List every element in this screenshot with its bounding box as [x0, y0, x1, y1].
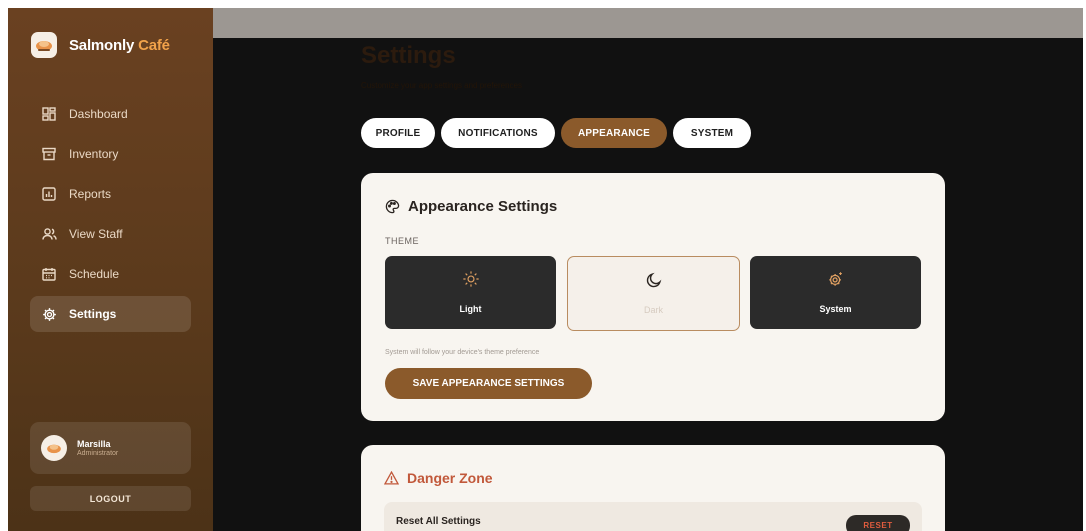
sidebar-item-label: View Staff	[69, 227, 123, 241]
warning-triangle-icon	[384, 471, 399, 485]
user-card[interactable]: Marsilla Administrator	[30, 422, 191, 474]
theme-option-label: Dark	[643, 305, 663, 315]
palette-icon	[385, 199, 400, 214]
moon-icon	[568, 271, 739, 289]
appearance-title: Appearance Settings	[385, 198, 557, 215]
reset-settings-row: Reset All Settings RESET	[384, 502, 922, 531]
system-gear-icon	[750, 270, 921, 288]
sidebar-item-label: Dashboard	[69, 107, 128, 121]
avatar	[41, 435, 67, 461]
sidebar-nav: Dashboard Inventory Reports View Staff S…	[30, 96, 191, 336]
top-bar	[213, 8, 1083, 38]
sidebar-item-label: Reports	[69, 187, 112, 201]
reset-button[interactable]: RESET	[846, 515, 910, 531]
page-subtitle: Customize your app settings and preferen…	[361, 81, 522, 90]
users-icon	[41, 226, 57, 242]
sidebar-item-dashboard[interactable]: Dashboard	[30, 96, 191, 132]
sun-icon	[385, 270, 556, 288]
danger-zone-title-text: Danger Zone	[407, 470, 493, 486]
theme-option-label: Light	[459, 304, 482, 314]
user-name: Marsilla	[77, 439, 111, 449]
save-appearance-button[interactable]: SAVE APPEARANCE SETTINGS	[385, 368, 592, 399]
gear-icon	[41, 306, 57, 322]
sidebar: Salmonly Café Dashboard Inventory Report…	[8, 8, 213, 531]
page-title: Settings	[361, 42, 456, 69]
danger-zone-card: Danger Zone Reset All Settings RESET	[361, 445, 945, 531]
appearance-card: Appearance Settings THEME Light Dark Sys…	[361, 173, 945, 421]
tab-system[interactable]: SYSTEM	[673, 118, 751, 148]
settings-tabs: PROFILE NOTIFICATIONS APPEARANCE SYSTEM	[361, 118, 757, 148]
sidebar-item-inventory[interactable]: Inventory	[30, 136, 191, 172]
brand[interactable]: Salmonly Café	[31, 32, 170, 58]
appearance-title-text: Appearance Settings	[408, 198, 558, 215]
archive-box-icon	[41, 146, 57, 162]
sidebar-item-label: Inventory	[69, 147, 119, 161]
sidebar-item-label: Schedule	[69, 267, 120, 281]
reset-settings-label: Reset All Settings	[396, 516, 481, 527]
tab-profile[interactable]: PROFILE	[361, 118, 435, 148]
dashboard-grid-icon	[41, 106, 57, 122]
tab-appearance[interactable]: APPEARANCE	[561, 118, 667, 148]
danger-zone-title: Danger Zone	[384, 470, 493, 486]
app-window: Salmonly Café Dashboard Inventory Report…	[8, 8, 1083, 531]
theme-option-dark[interactable]: Dark	[567, 256, 740, 331]
sidebar-item-label: Settings	[69, 307, 117, 321]
user-role: Administrator	[77, 450, 119, 457]
tab-notifications[interactable]: NOTIFICATIONS	[441, 118, 555, 148]
brand-name-accent: Café	[138, 36, 170, 54]
theme-label: THEME	[385, 236, 419, 246]
theme-option-label: System	[819, 304, 852, 314]
bar-chart-icon	[41, 186, 57, 202]
theme-hint: System will follow your device's theme p…	[385, 349, 540, 356]
sidebar-item-view-staff[interactable]: View Staff	[30, 216, 191, 252]
sidebar-item-schedule[interactable]: Schedule	[30, 256, 191, 292]
sidebar-item-reports[interactable]: Reports	[30, 176, 191, 212]
brand-name: Salmonly Café	[69, 36, 170, 54]
theme-option-system[interactable]: System	[750, 256, 921, 329]
calendar-icon	[41, 266, 57, 282]
theme-option-light[interactable]: Light	[385, 256, 556, 329]
sidebar-item-settings[interactable]: Settings	[30, 296, 191, 332]
logout-button[interactable]: LOGOUT	[30, 486, 191, 511]
cafe-logo-icon	[31, 32, 57, 58]
